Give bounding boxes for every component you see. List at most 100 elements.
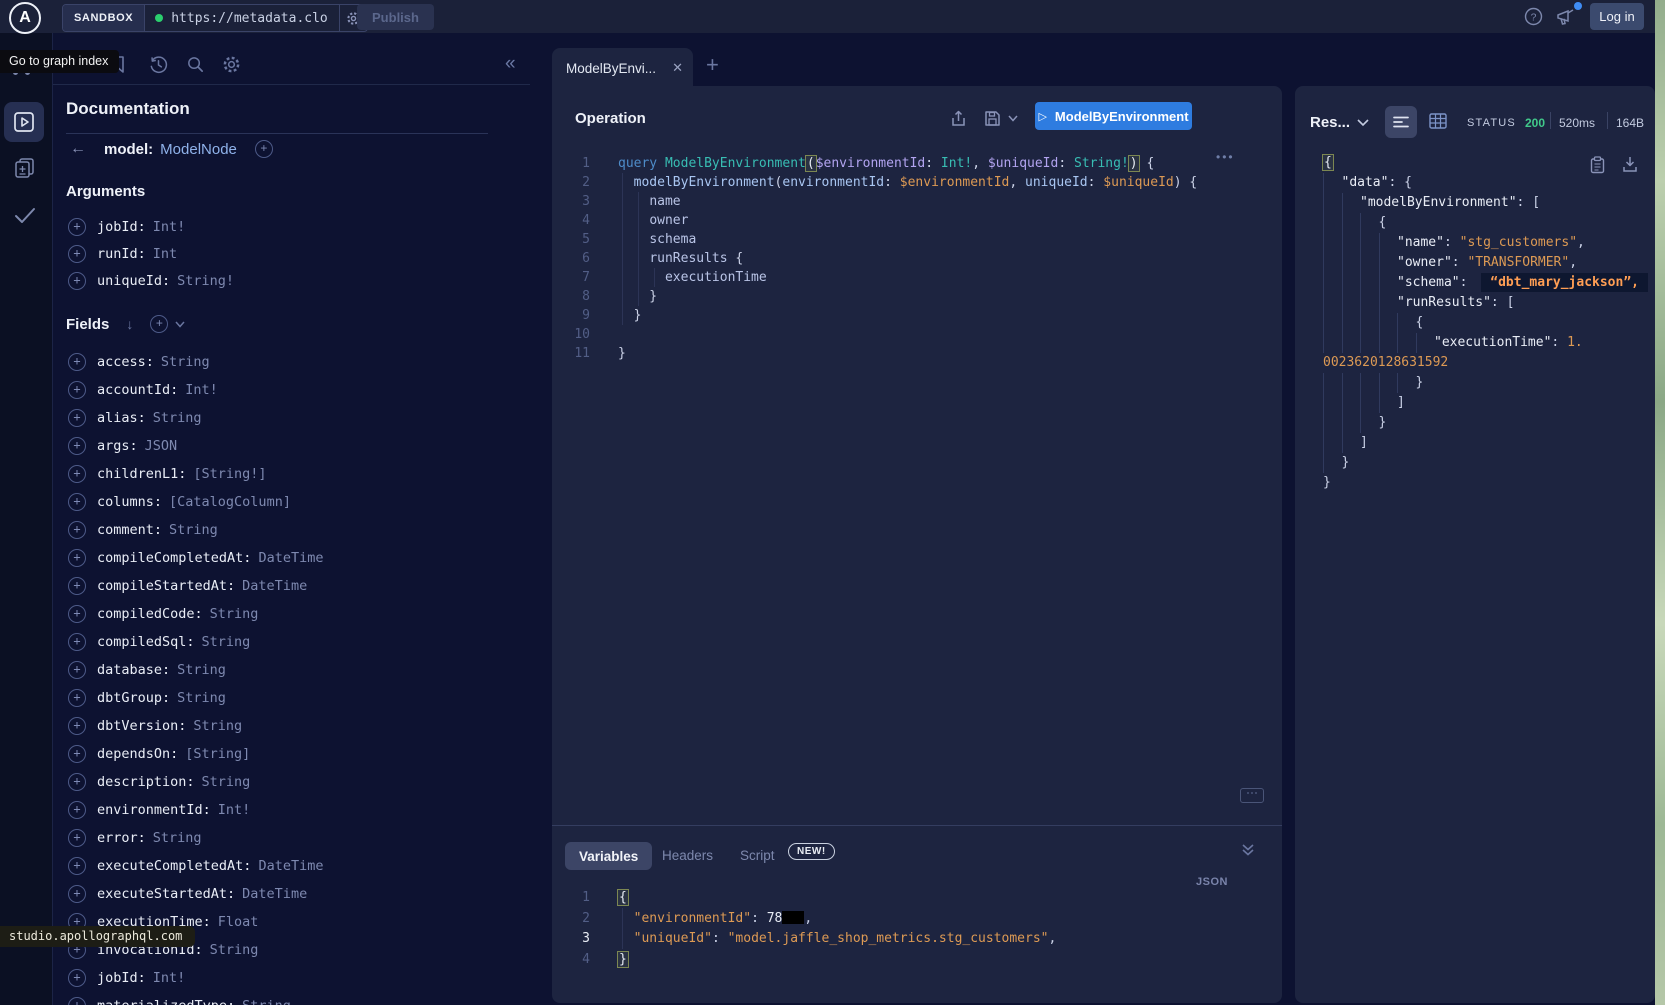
response-json-viewer[interactable]: {"data": {"modelByEnvironment": [{"name"… [1295, 153, 1651, 493]
field-type[interactable]: String [169, 522, 218, 538]
doc-field-row[interactable]: +description:String [68, 768, 323, 796]
nav-schema-button[interactable] [13, 156, 37, 180]
collapse-sidebar-button[interactable]: « [505, 53, 516, 75]
add-field-icon[interactable]: + [68, 272, 86, 290]
help-button[interactable]: ? [1524, 7, 1543, 26]
sort-fields-icon[interactable]: ↓ [126, 316, 133, 332]
field-type[interactable]: Int! [218, 802, 251, 818]
add-field-icon[interactable]: + [68, 801, 86, 819]
field-type[interactable]: String [210, 606, 259, 622]
back-arrow-icon[interactable]: ← [70, 140, 86, 158]
save-menu-chevron[interactable] [1008, 115, 1018, 122]
field-type[interactable]: String [153, 410, 202, 426]
apollo-logo[interactable]: A [9, 2, 41, 34]
doc-field-row[interactable]: +childrenL1:[String!] [68, 460, 323, 488]
nav-operations-button[interactable] [4, 102, 44, 142]
tab-headers[interactable]: Headers [662, 848, 713, 863]
doc-field-row[interactable]: +runId:Int [68, 240, 234, 267]
save-operation-button[interactable] [984, 110, 1001, 127]
add-field-icon[interactable]: + [68, 218, 86, 236]
field-type[interactable]: Int! [185, 382, 218, 398]
doc-field-row[interactable]: +jobId:Int! [68, 964, 323, 992]
docs-field-type[interactable]: ModelNode [160, 141, 237, 158]
publish-button[interactable]: Publish [357, 4, 434, 30]
doc-field-row[interactable]: +executeCompletedAt:DateTime [68, 852, 323, 880]
field-type[interactable]: [String!] [193, 466, 266, 482]
doc-field-row[interactable]: +accountId:Int! [68, 376, 323, 404]
add-field-icon[interactable]: + [68, 381, 86, 399]
field-type[interactable]: String [177, 690, 226, 706]
raw-view-toggle-button[interactable] [1385, 106, 1417, 138]
add-fields-icon[interactable]: + [150, 315, 168, 333]
field-type[interactable]: String [161, 354, 210, 370]
doc-field-row[interactable]: +columns:[CatalogColumn] [68, 488, 323, 516]
response-dropdown-chevron[interactable] [1357, 119, 1369, 127]
add-field-icon[interactable]: + [68, 885, 86, 903]
doc-field-row[interactable]: +args:JSON [68, 432, 323, 460]
doc-field-row[interactable]: +error:String [68, 824, 323, 852]
doc-field-row[interactable]: +uniqueId:String! [68, 267, 234, 294]
add-field-icon[interactable]: + [68, 633, 86, 651]
add-field-icon[interactable]: + [68, 549, 86, 567]
response-title[interactable]: Res... [1310, 114, 1350, 131]
add-field-icon[interactable]: + [68, 521, 86, 539]
field-type[interactable]: String [242, 998, 291, 1005]
collapse-variables-button[interactable] [1241, 843, 1255, 857]
doc-field-row[interactable]: +alias:String [68, 404, 323, 432]
field-type[interactable]: String! [177, 273, 234, 289]
endpoint-url-text[interactable]: https://metadata.cloud.get [171, 11, 329, 26]
add-field-icon[interactable]: + [68, 353, 86, 371]
field-type[interactable]: [String] [185, 746, 250, 762]
add-field-icon[interactable]: + [68, 409, 86, 427]
doc-field-row[interactable]: +compileStartedAt:DateTime [68, 572, 323, 600]
doc-field-row[interactable]: +comment:String [68, 516, 323, 544]
field-type[interactable]: String [202, 634, 251, 650]
field-type[interactable]: [CatalogColumn] [169, 494, 291, 510]
field-type[interactable]: DateTime [242, 886, 307, 902]
doc-field-row[interactable]: +dependsOn:[String] [68, 740, 323, 768]
field-type[interactable]: String [210, 942, 259, 958]
doc-field-row[interactable]: +materializedType:String [68, 992, 323, 1005]
doc-field-row[interactable]: +dbtVersion:String [68, 712, 323, 740]
add-field-icon[interactable]: + [68, 577, 86, 595]
endpoint-url-field[interactable]: https://metadata.cloud.get [145, 5, 339, 31]
field-type[interactable]: DateTime [258, 550, 323, 566]
run-operation-button[interactable]: ▷ ModelByEnvironment [1035, 102, 1192, 130]
add-field-icon[interactable]: + [68, 245, 86, 263]
history-button[interactable] [149, 55, 168, 74]
add-field-icon[interactable]: + [68, 829, 86, 847]
operation-editor[interactable]: 1query ModelByEnvironment($environmentId… [552, 154, 1282, 363]
search-schema-button[interactable] [186, 55, 205, 74]
new-tab-button[interactable]: + [706, 52, 719, 78]
field-type[interactable]: Float [218, 914, 259, 930]
doc-field-row[interactable]: +environmentId:Int! [68, 796, 323, 824]
close-tab-icon[interactable]: ✕ [672, 60, 683, 76]
tab-variables[interactable]: Variables [565, 842, 652, 870]
variables-editor[interactable]: 1{2 "environmentId": 78,3 "uniqueId": "m… [552, 888, 1282, 970]
field-type[interactable]: String [202, 774, 251, 790]
add-field-icon[interactable]: + [68, 969, 86, 987]
nav-checks-button[interactable] [13, 206, 37, 226]
doc-field-row[interactable]: +compileCompletedAt:DateTime [68, 544, 323, 572]
add-field-icon[interactable]: + [68, 465, 86, 483]
explorer-settings-button[interactable] [222, 55, 241, 74]
doc-field-row[interactable]: +dbtGroup:String [68, 684, 323, 712]
doc-field-row[interactable]: +compiledSql:String [68, 628, 323, 656]
login-button[interactable]: Log in [1590, 3, 1644, 30]
keyboard-shortcuts-button[interactable] [1240, 788, 1264, 803]
field-type[interactable]: DateTime [258, 858, 323, 874]
add-field-icon[interactable]: + [68, 493, 86, 511]
add-field-icon[interactable]: + [68, 745, 86, 763]
chevron-down-icon[interactable] [175, 321, 185, 328]
add-field-icon[interactable]: + [68, 997, 86, 1005]
doc-field-row[interactable]: +jobId:Int! [68, 213, 234, 240]
add-field-icon[interactable]: + [68, 689, 86, 707]
field-type[interactable]: String [193, 718, 242, 734]
field-type[interactable]: DateTime [242, 578, 307, 594]
add-field-icon[interactable]: + [68, 717, 86, 735]
field-type[interactable]: String [177, 662, 226, 678]
add-field-icon[interactable]: + [68, 773, 86, 791]
announcements-button[interactable] [1556, 9, 1580, 26]
add-field-icon[interactable]: + [68, 857, 86, 875]
add-field-icon[interactable]: + [68, 605, 86, 623]
